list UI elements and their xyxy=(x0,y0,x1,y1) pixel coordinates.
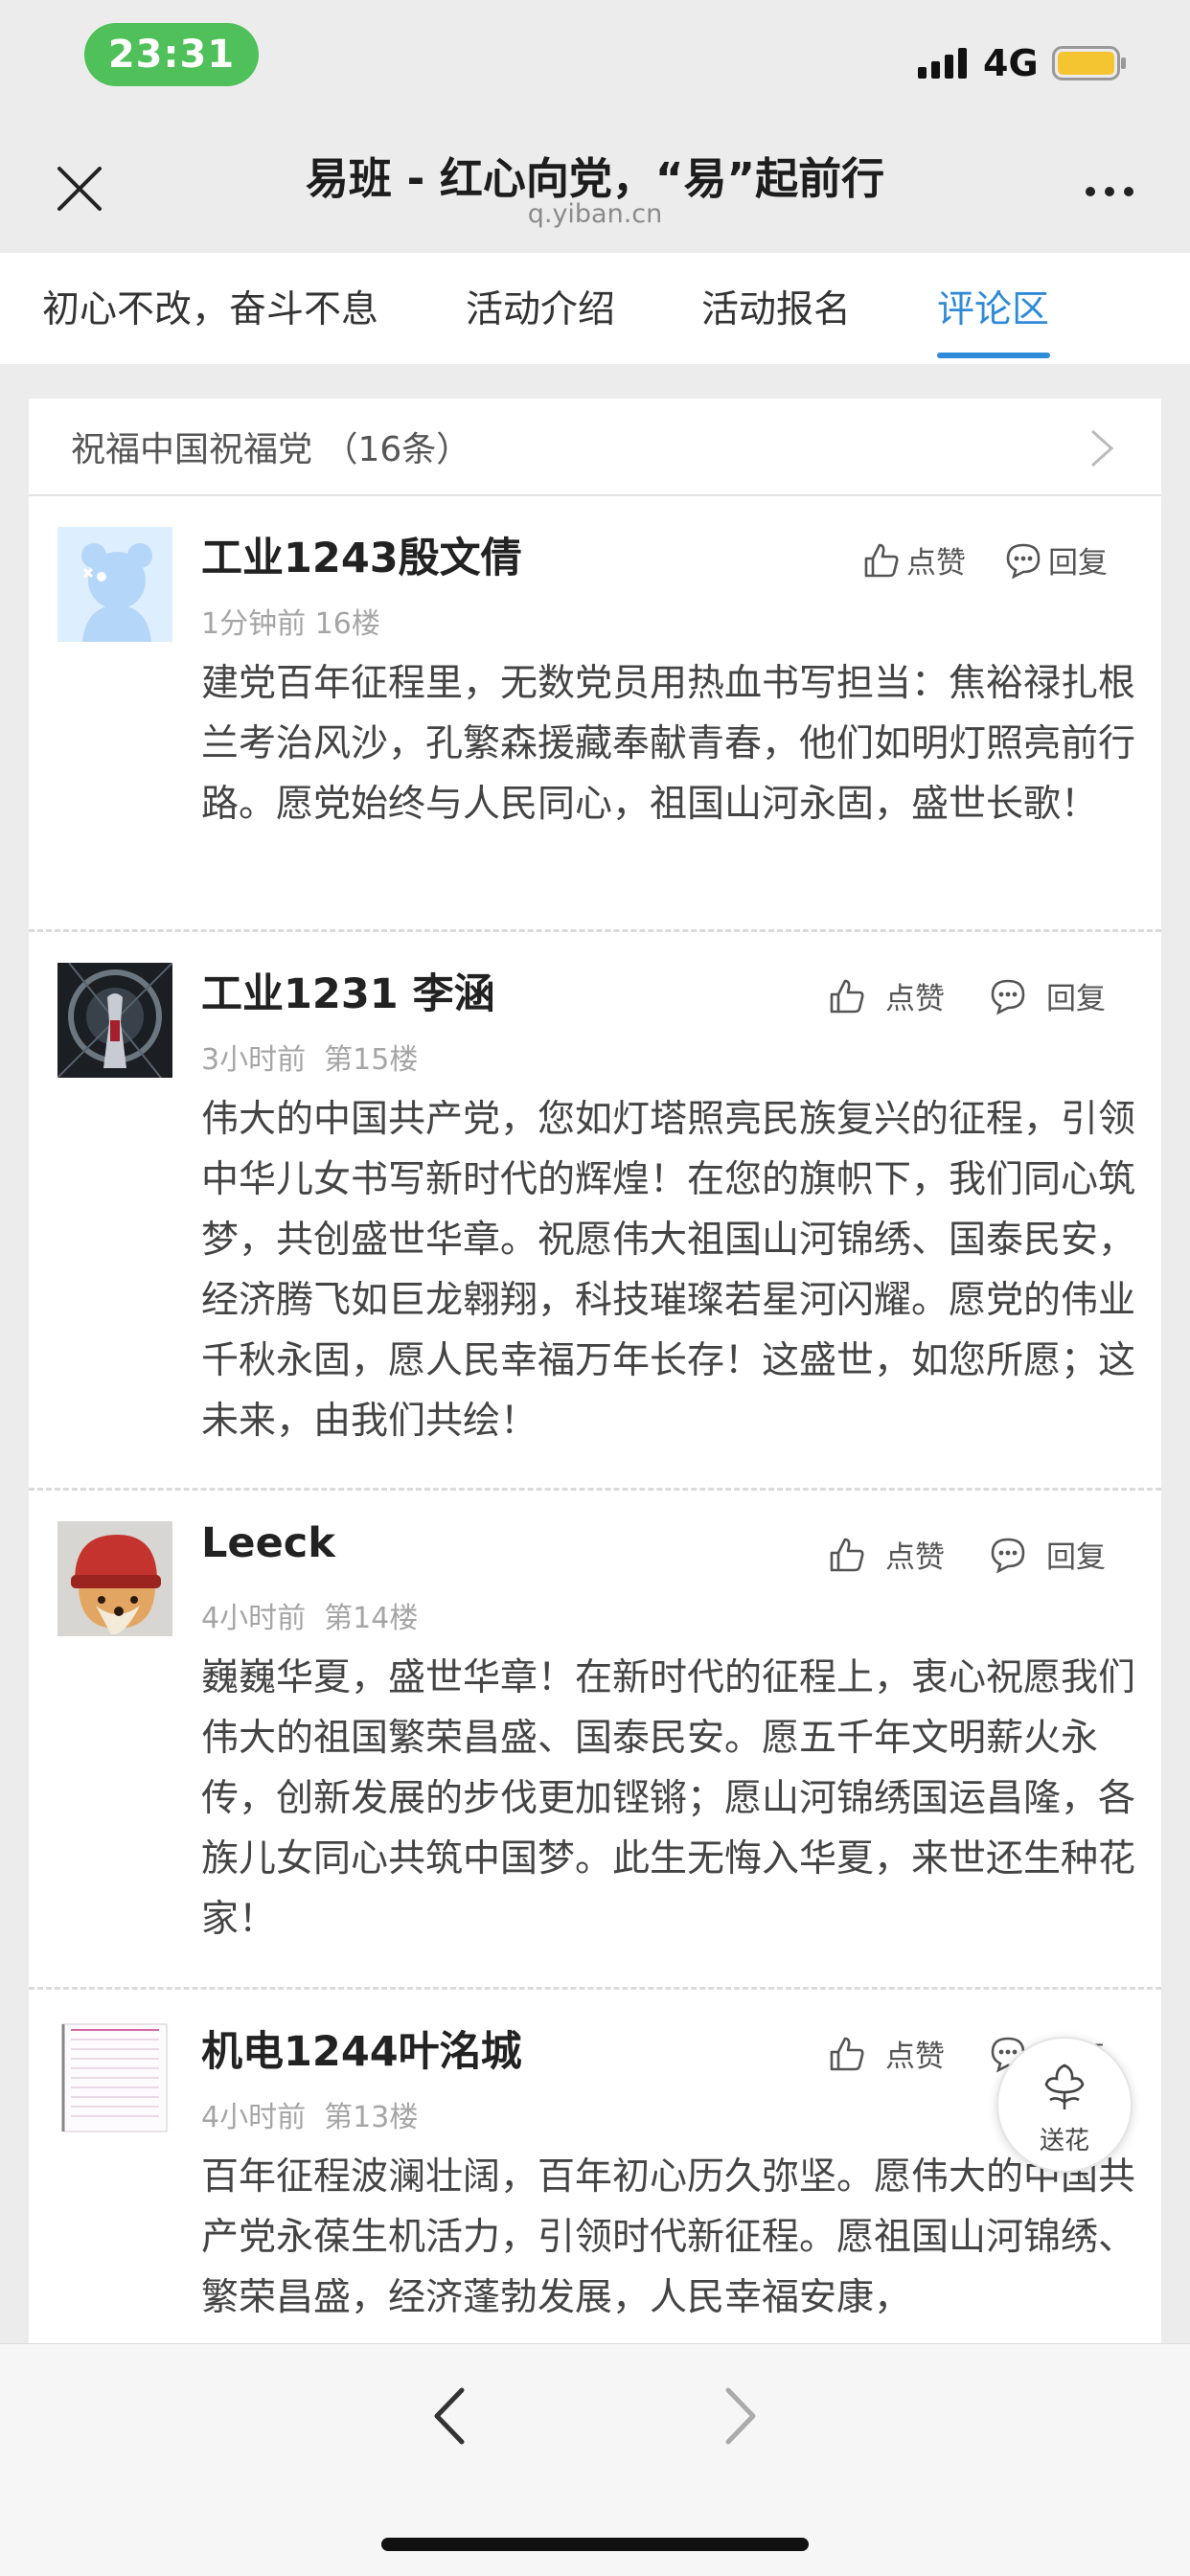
avatar[interactable] xyxy=(57,527,172,642)
avatar[interactable] xyxy=(57,1521,172,1636)
tab-activity-signup[interactable]: 活动报名 xyxy=(701,280,851,333)
comment-panel: 祝福中国祝福党 （16条） 工业1243殷文倩 1分钟前 16楼 点赞 回复 建… xyxy=(29,399,1161,2343)
comment-topic-title: 祝福中国祝福党 （16条） xyxy=(71,430,471,469)
network-type: 4G xyxy=(983,42,1039,84)
tab-comments[interactable]: 评论区 xyxy=(937,280,1049,333)
thumbs-up-icon xyxy=(864,543,899,577)
comment-floor: 第14楼 xyxy=(324,1602,419,1635)
reply-label: 回复 xyxy=(1046,1540,1106,1575)
send-flower-button[interactable]: 送花 xyxy=(996,2037,1133,2173)
reply-label: 回复 xyxy=(1046,982,1106,1016)
comment-text: 伟大的中国共产党，您如灯塔照亮民族复兴的征程，引领中华儿女书写新时代的辉煌！在您… xyxy=(201,1098,1136,1443)
comment-floor: 16楼 xyxy=(314,607,380,641)
like-button[interactable]: 点赞 xyxy=(828,1533,945,1576)
comment-author: 机电1244叶洺城 xyxy=(201,2028,522,2076)
comment-meta: 1分钟前 16楼 xyxy=(201,600,380,642)
thumbs-up-icon xyxy=(830,2037,864,2070)
comment-actions: 点赞 回复 xyxy=(828,1533,1106,1576)
battery-icon xyxy=(1052,46,1126,80)
comment-item: 工业1231 李涵 3小时前 第15楼 点赞 回复 伟大的中国共产党，您如灯塔照… xyxy=(29,932,1161,1491)
comment-item: 机电1244叶洺城 4小时前 第13楼 点赞 回复 百年征程波澜壮阔，百年初心历… xyxy=(29,1990,1161,2343)
thumbs-up-icon xyxy=(830,979,864,1013)
comment-time: 4小时前 xyxy=(201,2101,307,2134)
reply-button[interactable]: 回复 xyxy=(989,1533,1106,1576)
send-flower-label: 送花 xyxy=(1039,2127,1089,2155)
comment-meta: 3小时前 第15楼 xyxy=(201,1036,418,1078)
like-label: 点赞 xyxy=(885,2040,945,2074)
back-arrow-icon[interactable] xyxy=(429,2382,468,2450)
bottom-nav-bar xyxy=(0,2343,1190,2576)
active-tab-indicator xyxy=(937,353,1050,358)
comment-floor: 第15楼 xyxy=(324,1043,419,1077)
comment-author: 工业1243殷文倩 xyxy=(201,535,522,582)
tab-bar: 初心不改，奋斗不息 活动介绍 活动报名 评论区 xyxy=(0,253,1190,364)
flower-icon xyxy=(1044,2063,1085,2109)
chevron-right-icon[interactable] xyxy=(1088,427,1115,469)
like-button[interactable]: 点赞 xyxy=(828,2032,945,2075)
comment-text: 巍巍华夏，盛世华章！在新时代的征程上，衷心祝愿我们伟大的祖国繁荣昌盛、国泰民安。… xyxy=(201,1656,1136,1941)
page-title: 易班 - 红心向党，“易”起前行 xyxy=(305,153,885,204)
comment-bubble-icon xyxy=(1006,543,1041,579)
comment-actions: 点赞 回复 xyxy=(828,974,1106,1017)
avatar[interactable] xyxy=(57,2020,172,2135)
like-button[interactable]: 点赞 xyxy=(828,974,945,1017)
comment-floor: 第13楼 xyxy=(324,2101,419,2134)
like-label: 点赞 xyxy=(885,1540,945,1575)
comment-actions: 点赞 回复 xyxy=(862,538,1108,581)
comment-bubble-icon xyxy=(991,1538,1025,1573)
reply-button[interactable]: 回复 xyxy=(1004,538,1108,581)
home-indicator xyxy=(381,2538,809,2551)
comment-time: 3小时前 xyxy=(201,1043,307,1077)
comment-author: Leeck xyxy=(201,1519,335,1567)
comment-item: Leeck 4小时前 第14楼 点赞 回复 巍巍华夏，盛世华章！在新时代的征程上… xyxy=(29,1491,1161,1990)
page-url: q.yiban.cn xyxy=(527,199,663,229)
like-label: 点赞 xyxy=(885,982,945,1016)
forward-arrow-icon[interactable] xyxy=(722,2382,761,2450)
avatar[interactable] xyxy=(57,963,172,1078)
signal-icon xyxy=(918,48,967,79)
tab-activity-intro[interactable]: 活动介绍 xyxy=(466,280,615,333)
tab-original-aspiration[interactable]: 初心不改，奋斗不息 xyxy=(42,280,378,333)
like-button[interactable]: 点赞 xyxy=(862,538,966,581)
thumbs-up-icon xyxy=(830,1538,864,1571)
comment-text: 建党百年征程里，无数党员用热血书写担当：焦裕禄扎根兰考治风沙，孔繁森援藏奉献青春… xyxy=(201,662,1136,826)
reply-label: 回复 xyxy=(1048,546,1108,581)
status-time: 23:31 xyxy=(84,23,259,86)
comment-time: 4小时前 xyxy=(201,1602,307,1635)
more-icon[interactable] xyxy=(1083,182,1136,201)
title-bar: 易班 - 红心向党，“易”起前行 q.yiban.cn xyxy=(0,125,1190,253)
comment-author: 工业1231 李涵 xyxy=(201,970,495,1018)
like-label: 点赞 xyxy=(906,546,966,581)
status-bar: 23:31 4G xyxy=(0,0,1190,125)
comment-meta: 4小时前 第13楼 xyxy=(201,2093,418,2135)
comment-time: 1分钟前 xyxy=(201,607,307,641)
reply-button[interactable]: 回复 xyxy=(989,974,1106,1017)
comment-item: 工业1243殷文倩 1分钟前 16楼 点赞 回复 建党百年征程里，无数党员用热血… xyxy=(29,496,1161,932)
comment-panel-header[interactable]: 祝福中国祝福党 （16条） xyxy=(29,399,1161,496)
comment-text: 百年征程波澜壮阔，百年初心历久弥坚。愿伟大的中国共产党永葆生机活力，引领时代新征… xyxy=(201,2155,1136,2319)
comment-bubble-icon xyxy=(991,979,1025,1014)
comment-meta: 4小时前 第14楼 xyxy=(201,1594,418,1636)
